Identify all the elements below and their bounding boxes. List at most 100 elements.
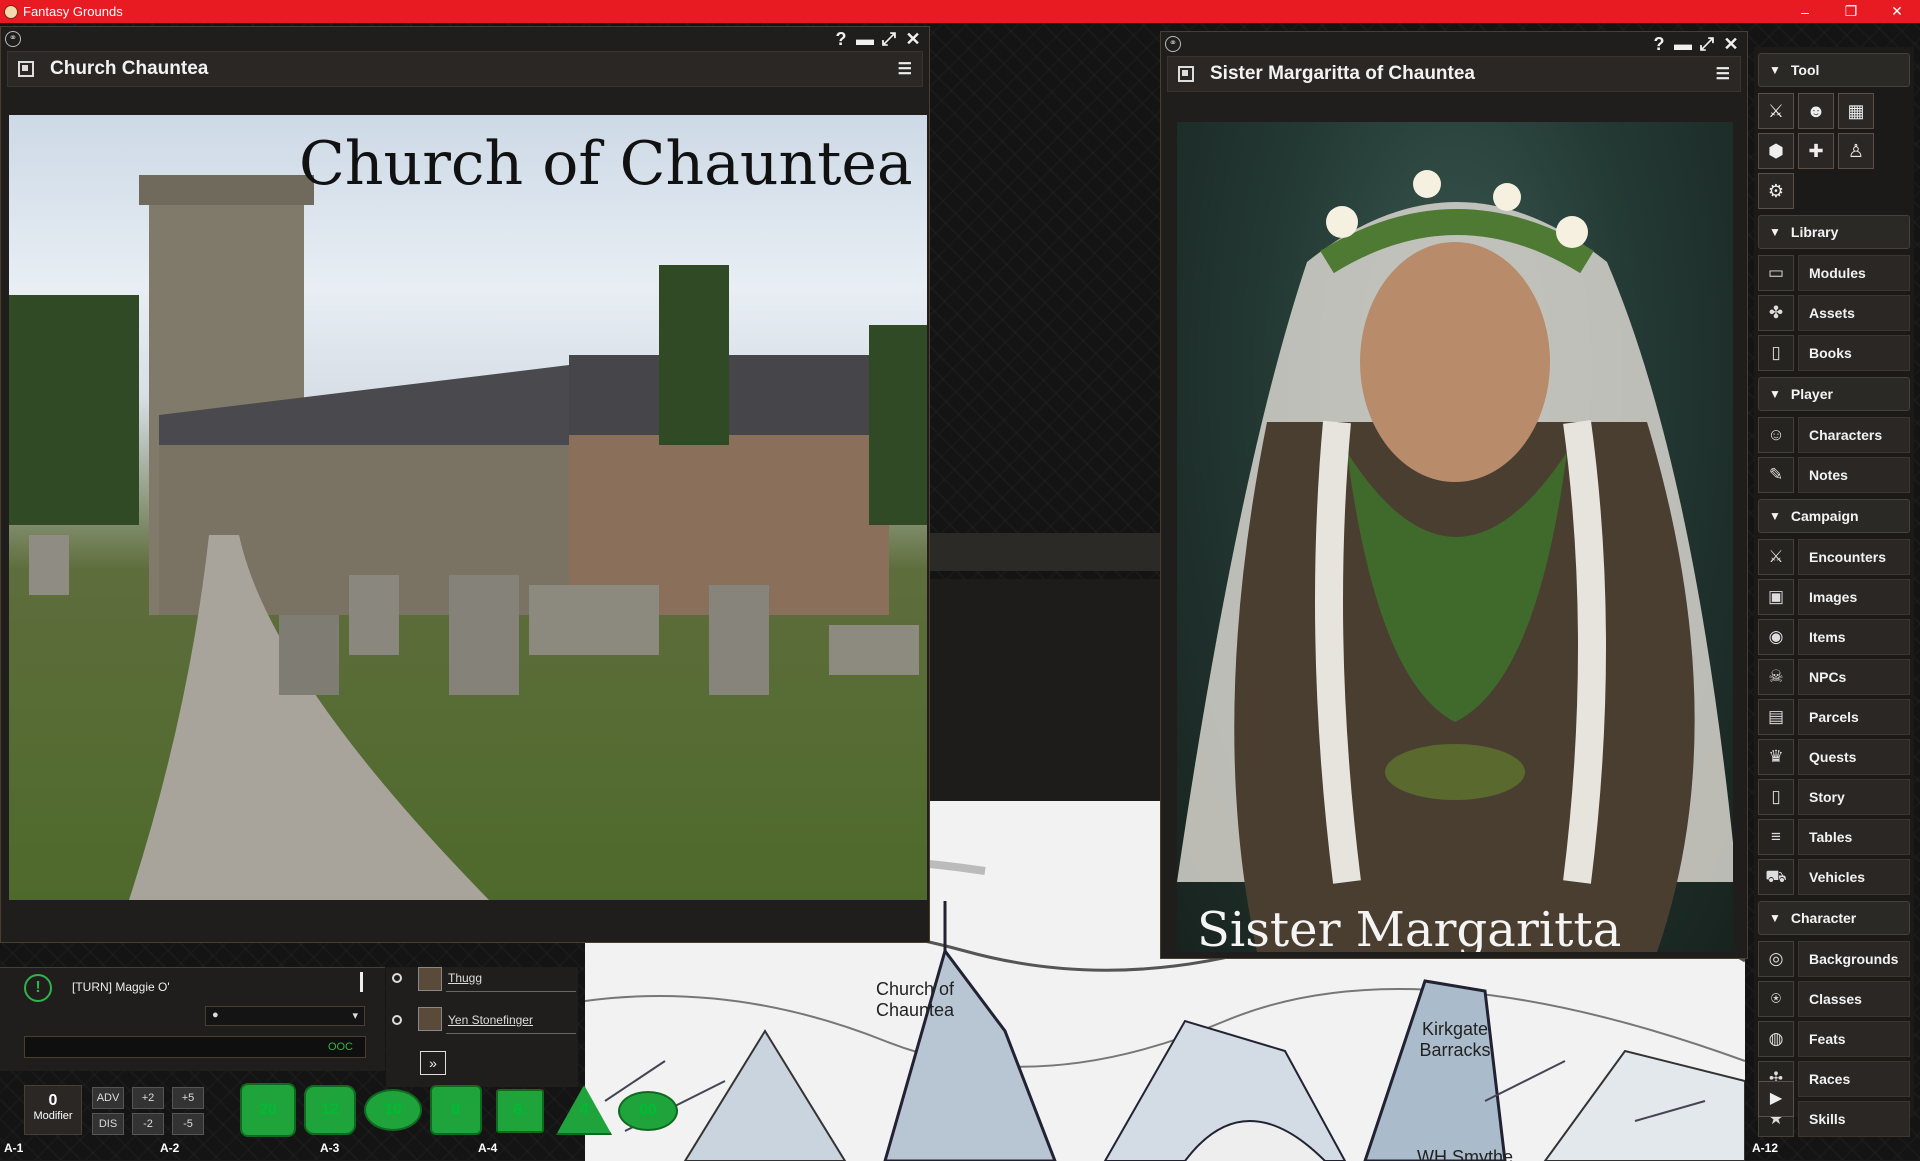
sidebar-item-images[interactable]: ▣ Images [1758, 579, 1910, 615]
lighting-icon[interactable]: ✚ [1798, 133, 1834, 169]
window-menu-icon[interactable]: ☰ [898, 59, 912, 79]
help-icon[interactable]: ? [829, 29, 853, 50]
play-icon[interactable]: ▶ [1758, 1081, 1794, 1117]
segment-label[interactable]: A-4 [478, 1141, 497, 1160]
pouch-icon: ◉ [1758, 619, 1794, 655]
puzzle-icon: ✤ [1758, 295, 1794, 331]
sidebar-item-tables[interactable]: ≡ Tables [1758, 819, 1910, 855]
plus2-button[interactable]: +2 [132, 1087, 164, 1109]
book-icon: ▯ [1758, 335, 1794, 371]
expand-icon[interactable]: ⤢ [877, 29, 901, 50]
sidebar-item-story[interactable]: ▯ Story [1758, 779, 1910, 815]
turn-alert-icon: ! [24, 974, 52, 1002]
chat-mode-select[interactable]: ● ▾ [205, 1006, 365, 1026]
segment-label[interactable]: A-3 [320, 1141, 339, 1160]
calendar-icon[interactable]: ▦ [1838, 93, 1874, 129]
restore-button[interactable]: ❐ [1828, 3, 1874, 20]
d12-die[interactable]: 12 [304, 1085, 356, 1135]
sidebar-item-npcs[interactable]: ☠ NPCs [1758, 659, 1910, 695]
minimize-button[interactable]: – [1782, 4, 1828, 20]
minimize-window-icon[interactable]: ▬ [853, 29, 877, 50]
sidebar-item-books[interactable]: ▯ Books [1758, 335, 1910, 371]
ct-entry-name[interactable]: Yen Stonefinger [448, 1013, 533, 1027]
dis-button[interactable]: DIS [92, 1113, 124, 1135]
chat-input[interactable]: OOC [24, 1036, 366, 1058]
map-label-church: Church of Chauntea [875, 979, 955, 1020]
sidebar-item-parcels[interactable]: ▤ Parcels [1758, 699, 1910, 735]
minimize-window-icon[interactable]: ▬ [1671, 34, 1695, 55]
image-icon [1178, 66, 1194, 82]
collapse-triangle-icon: ▼ [1769, 63, 1781, 77]
d6-die[interactable]: 6. [496, 1089, 544, 1133]
d100-die[interactable]: 00 [618, 1091, 678, 1131]
sidebar-section-character[interactable]: ▼ Character [1758, 901, 1910, 935]
link-icon[interactable]: ⚭ [1165, 36, 1181, 52]
ct-entry-name[interactable]: Thugg [448, 971, 482, 985]
image-icon: ▣ [1758, 579, 1794, 615]
d8-die[interactable]: 8 [430, 1085, 482, 1135]
folder-icon: ▭ [1758, 255, 1794, 291]
sidebar-item-label: Vehicles [1798, 859, 1910, 895]
sidebar-section-tool[interactable]: ▼ Tool [1758, 53, 1910, 87]
sidebar-item-characters[interactable]: ☺ Characters [1758, 417, 1910, 453]
sidebar-section-player[interactable]: ▼ Player [1758, 377, 1910, 411]
sidebar-section-library[interactable]: ▼ Library [1758, 215, 1910, 249]
sidebar-item-quests[interactable]: ♛ Quests [1758, 739, 1910, 775]
link-icon[interactable]: ⚭ [5, 31, 21, 47]
chat-scroll-indicator[interactable] [360, 972, 363, 992]
segment-label[interactable]: A-2 [160, 1141, 179, 1160]
sidebar-item-assets[interactable]: ✤ Assets [1758, 295, 1910, 331]
sister-image[interactable]: Sister Margaritta [1177, 122, 1733, 952]
sidebar-item-label: NPCs [1798, 659, 1910, 695]
sidebar-item-modules[interactable]: ▭ Modules [1758, 255, 1910, 291]
close-window-icon[interactable]: ✕ [901, 29, 925, 50]
window-header: Sister Margaritta of Chauntea ☰ [1167, 56, 1741, 92]
app-logo-icon [4, 4, 18, 19]
segment-label[interactable]: A-1 [4, 1141, 23, 1160]
sidebar-item-label: Images [1798, 579, 1910, 615]
church-image[interactable]: Church of Chauntea [9, 115, 927, 900]
help-icon[interactable]: ? [1647, 34, 1671, 55]
ooc-label[interactable]: OOC [328, 1041, 353, 1053]
sidebar-item-backgrounds[interactable]: ◎ Backgrounds [1758, 941, 1910, 977]
characters-icon: ☺ [1758, 417, 1794, 453]
chest-icon: ▤ [1758, 699, 1794, 735]
ct-entry-portrait [418, 1007, 442, 1031]
minus2-button[interactable]: -2 [132, 1113, 164, 1135]
app-titlebar: Fantasy Grounds – ❐ ✕ [0, 0, 1920, 23]
sidebar-item-label: Parcels [1798, 699, 1910, 735]
close-window-icon[interactable]: ✕ [1719, 34, 1743, 55]
close-app-button[interactable]: ✕ [1874, 3, 1920, 20]
d4-die[interactable]: 4 [556, 1085, 612, 1135]
adv-button[interactable]: ADV [92, 1087, 124, 1109]
user-icon[interactable]: ♙ [1838, 133, 1874, 169]
desktop: Church of Chauntea Kirkgate Barracks WH … [0, 23, 1920, 1161]
party-icon[interactable]: ☻ [1798, 93, 1834, 129]
crossed-swords-icon[interactable]: ⚔ [1758, 93, 1794, 129]
combat-tracker: Thugg Yen Stonefinger » [386, 967, 578, 1087]
collapse-triangle-icon: ▼ [1769, 911, 1781, 925]
tool-grid: ⚔ ☻ ▦ ⬢ ✚ ♙ ⚙ [1758, 93, 1910, 209]
sidebar-item-vehicles[interactable]: ⛟ Vehicles [1758, 859, 1910, 895]
plus5-button[interactable]: +5 [172, 1087, 204, 1109]
gear-icon[interactable]: ⚙ [1758, 173, 1794, 209]
modifier-box[interactable]: 0 Modifier [24, 1085, 82, 1135]
dice-tray-icon[interactable]: ⬢ [1758, 133, 1794, 169]
minus5-button[interactable]: -5 [172, 1113, 204, 1135]
sidebar-item-encounters[interactable]: ⚔ Encounters [1758, 539, 1910, 575]
segment-label[interactable]: A-12 [1752, 1141, 1778, 1160]
sidebar-item-classes[interactable]: ⍟ Classes [1758, 981, 1910, 1017]
sidebar-section-campaign[interactable]: ▼ Campaign [1758, 499, 1910, 533]
d20-die[interactable]: 20 [240, 1083, 296, 1137]
expand-icon[interactable]: ⤢ [1695, 34, 1719, 55]
next-turn-icon[interactable]: » [420, 1051, 446, 1075]
window-menu-icon[interactable]: ☰ [1716, 64, 1730, 84]
d10-die[interactable]: 10 [364, 1089, 422, 1131]
sidebar-item-notes[interactable]: ✎ Notes [1758, 457, 1910, 493]
ct-entry-marker[interactable] [392, 1015, 402, 1025]
sidebar-item-label: Classes [1798, 981, 1910, 1017]
dice-bar: 0 Modifier ADV +2 +5 DIS -2 -5 20 12 10 … [0, 1079, 700, 1141]
ct-entry-marker[interactable] [392, 973, 402, 983]
sidebar-item-feats[interactable]: ◍ Feats [1758, 1021, 1910, 1057]
sidebar-item-items[interactable]: ◉ Items [1758, 619, 1910, 655]
